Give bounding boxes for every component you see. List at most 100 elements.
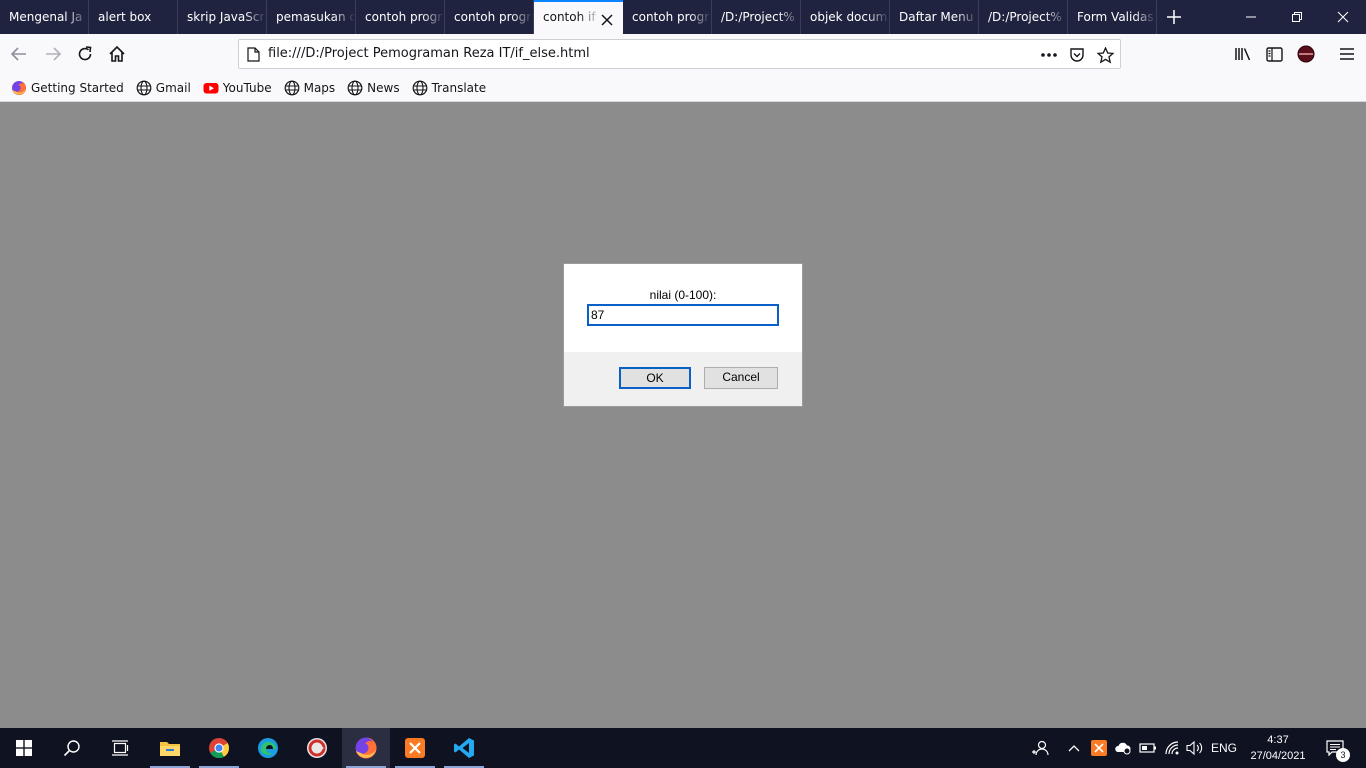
bookmark-label: Getting Started — [31, 80, 124, 95]
bookmark-label: YouTube — [222, 80, 272, 95]
task-view-icon — [112, 740, 129, 756]
bookmarks-toolbar: Getting Started Gmail YouTube Maps News … — [0, 74, 1366, 102]
address-bar[interactable]: file:///D:/Project Pemograman Reza IT/if… — [238, 39, 1121, 69]
cancel-button[interactable]: Cancel — [704, 367, 778, 389]
globe-icon — [412, 80, 428, 96]
tab[interactable]: alert box — [89, 0, 178, 34]
vscode-icon — [454, 738, 474, 758]
tab[interactable]: /D:/Project% — [712, 0, 801, 34]
minimize-icon — [1246, 16, 1256, 18]
bookmark-getting-started[interactable]: Getting Started — [11, 80, 124, 96]
library-button[interactable] — [1229, 40, 1257, 68]
clock[interactable]: 4:37 27/04/2021 — [1240, 732, 1316, 764]
search-button[interactable] — [48, 728, 96, 768]
people-button[interactable] — [1026, 728, 1054, 768]
cloud-sync-icon — [1115, 742, 1131, 755]
reload-icon — [78, 46, 92, 61]
input-language-button[interactable]: ENG — [1208, 728, 1240, 768]
plus-icon — [1167, 10, 1181, 24]
battery-button[interactable] — [1137, 728, 1159, 768]
forward-button[interactable] — [39, 40, 67, 68]
url-text: file:///D:/Project Pemograman Reza IT/if… — [268, 46, 590, 61]
xampp-tray-icon — [1091, 740, 1107, 756]
firefox-button[interactable] — [342, 728, 390, 768]
show-hidden-icons-button[interactable] — [1064, 728, 1084, 768]
notification-count-badge: 3 — [1336, 748, 1350, 762]
home-button[interactable] — [103, 40, 131, 68]
prompt-message: nilai (0-100): — [649, 288, 717, 302]
tab[interactable]: contoh progr — [445, 0, 534, 34]
page-actions-icon[interactable] — [1040, 46, 1058, 64]
firefox-icon — [11, 80, 27, 96]
close-window-button[interactable] — [1320, 0, 1366, 34]
search-icon — [63, 740, 80, 757]
network-button[interactable] — [1161, 728, 1183, 768]
ok-button[interactable]: OK — [619, 367, 691, 389]
globe-icon — [347, 80, 363, 96]
action-center-button[interactable]: 3 — [1318, 728, 1352, 768]
tab[interactable]: contoh progr — [356, 0, 445, 34]
minimize-button[interactable] — [1228, 0, 1274, 34]
new-tab-button[interactable] — [1157, 0, 1191, 34]
forward-arrow-icon — [46, 47, 62, 61]
sidebar-button[interactable] — [1260, 40, 1288, 68]
tab[interactable]: /D:/Project% — [979, 0, 1068, 34]
bookmark-label: Maps — [303, 80, 336, 95]
bookmark-maps[interactable]: Maps — [284, 80, 336, 96]
sidebar-icon — [1265, 46, 1283, 62]
xampp-icon — [405, 738, 425, 758]
firefox-icon — [355, 737, 377, 759]
folder-icon — [160, 742, 180, 756]
bookmark-news[interactable]: News — [347, 80, 400, 96]
ccleaner-icon — [307, 738, 327, 758]
page-overlay — [0, 102, 1366, 728]
bookmark-translate[interactable]: Translate — [412, 80, 486, 96]
reload-button[interactable] — [71, 40, 99, 68]
tab[interactable]: skrip JavaScri — [178, 0, 267, 34]
restore-icon — [1292, 12, 1302, 22]
tab[interactable]: Form Validas — [1068, 0, 1157, 34]
tab[interactable]: objek docum — [801, 0, 890, 34]
tab-strip: Mengenal Ja alert box skrip JavaScri pem… — [0, 0, 1366, 34]
hamburger-menu-icon — [1340, 48, 1354, 60]
close-tab-icon[interactable] — [599, 9, 615, 26]
taskbar: ENG 4:37 27/04/2021 3 — [0, 728, 1366, 768]
people-icon — [1032, 740, 1049, 756]
account-button[interactable] — [1292, 40, 1320, 68]
dialog-footer: OK Cancel — [564, 352, 802, 406]
start-button[interactable] — [0, 728, 48, 768]
back-arrow-icon — [10, 47, 26, 61]
tab[interactable]: Mengenal Ja — [0, 0, 89, 34]
tab[interactable]: contoh progr — [623, 0, 712, 34]
restore-button[interactable] — [1274, 0, 1320, 34]
globe-icon — [136, 80, 152, 96]
close-icon — [1337, 11, 1349, 23]
menu-button[interactable] — [1333, 40, 1361, 68]
xampp-button[interactable] — [391, 728, 439, 768]
file-explorer-button[interactable] — [146, 728, 194, 768]
tab-active[interactable]: contoh if — [534, 0, 623, 34]
pocket-icon[interactable] — [1068, 46, 1086, 64]
home-icon — [109, 45, 125, 62]
back-button[interactable] — [5, 40, 33, 68]
tab[interactable]: pemasukan c — [267, 0, 356, 34]
app-button[interactable] — [293, 728, 341, 768]
task-view-button[interactable] — [96, 728, 144, 768]
clock-time: 4:37 — [1267, 734, 1289, 746]
wifi-icon — [1165, 741, 1179, 755]
library-icon — [1235, 48, 1251, 61]
tab[interactable]: Daftar Menu — [890, 0, 979, 34]
tray-app-button[interactable] — [1089, 728, 1109, 768]
onedrive-button[interactable] — [1112, 728, 1134, 768]
chrome-button[interactable] — [195, 728, 243, 768]
chrome-icon — [209, 738, 230, 759]
bookmark-youtube[interactable]: YouTube — [203, 80, 272, 96]
vscode-button[interactable] — [440, 728, 488, 768]
speaker-icon — [1186, 740, 1203, 756]
edge-button[interactable] — [244, 728, 292, 768]
volume-button[interactable] — [1184, 728, 1206, 768]
prompt-input[interactable]: 87 — [587, 304, 779, 326]
bookmark-gmail[interactable]: Gmail — [136, 80, 191, 96]
battery-icon — [1139, 743, 1156, 753]
bookmark-star-icon[interactable] — [1096, 46, 1114, 64]
